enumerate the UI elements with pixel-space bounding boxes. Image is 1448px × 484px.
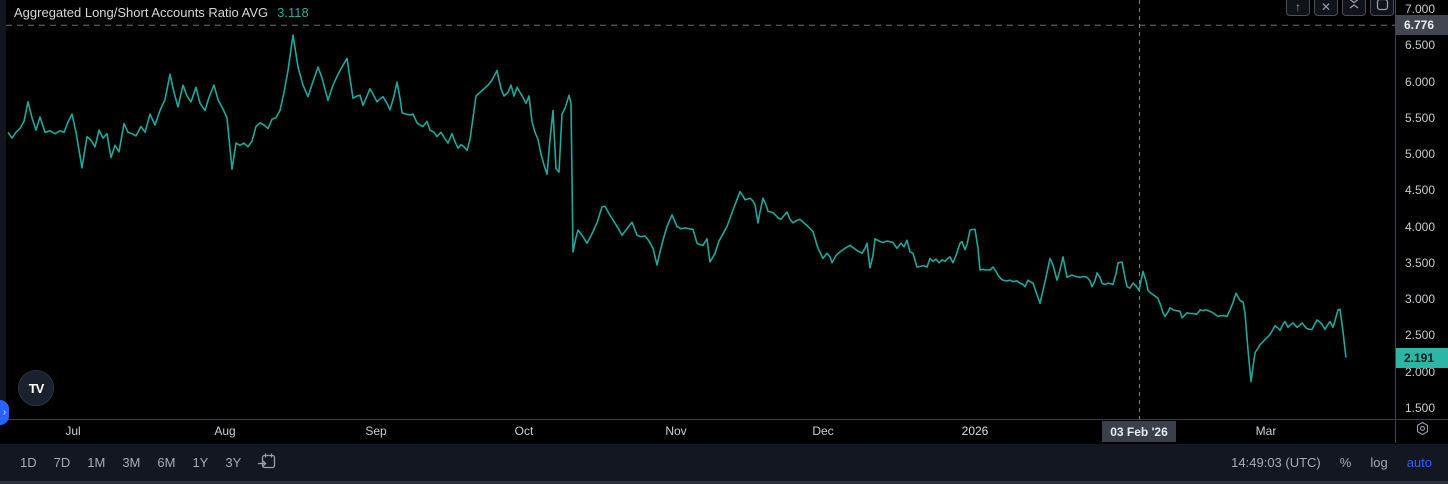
go-to-date-button[interactable]	[257, 452, 277, 474]
range-button-1y[interactable]: 1Y	[192, 455, 208, 470]
log-scale-button[interactable]: log	[1370, 455, 1387, 470]
y-axis-tick: 2.500	[1405, 327, 1435, 343]
clock-utc[interactable]: 14:49:03 (UTC)	[1231, 455, 1321, 470]
legend[interactable]: Aggregated Long/Short Accounts Ratio AVG…	[14, 5, 309, 20]
axis-settings-gear-icon	[1414, 420, 1431, 442]
range-button-7d[interactable]: 7D	[54, 455, 71, 470]
x-axis-label: Dec	[812, 424, 833, 438]
percent-scale-button[interactable]: %	[1340, 455, 1352, 470]
collapse-pane-button[interactable]	[1342, 0, 1366, 16]
tradingview-logo[interactable]: TV	[18, 370, 54, 406]
time-axis[interactable]: Jul Aug Sep Oct Nov Dec 2026 Mar 03 Feb '26	[0, 419, 1448, 444]
y-axis-tick: 5.000	[1405, 146, 1435, 162]
left-edge-strip	[0, 0, 6, 443]
y-axis-tick: 6.000	[1405, 74, 1435, 90]
y-axis-tick: 5.500	[1405, 110, 1435, 126]
date-range-buttons: 1D 7D 1M 3M 6M 1Y 3Y	[0, 455, 241, 470]
auto-scale-button[interactable]: auto	[1407, 455, 1432, 470]
maximize-pane-button[interactable]	[1370, 0, 1394, 16]
range-button-3y[interactable]: 3Y	[225, 455, 241, 470]
price-axis-border	[1395, 0, 1396, 443]
close-pane-button[interactable]: ✕	[1314, 0, 1338, 16]
footer-right-controls: 14:49:03 (UTC) % log auto	[1231, 455, 1448, 470]
x-axis-label: Jul	[65, 424, 80, 438]
range-button-3m[interactable]: 3M	[122, 455, 140, 470]
series-title: Aggregated Long/Short Accounts Ratio AVG	[14, 5, 268, 20]
y-axis-tick: 3.000	[1405, 291, 1435, 307]
axis-settings-button[interactable]	[1396, 419, 1448, 443]
crosshair-date-label: 03 Feb '26	[1102, 421, 1176, 442]
series-value: 3.118	[277, 5, 309, 20]
collapse-chevrons-icon	[1347, 0, 1361, 14]
y-axis-tick: 4.000	[1405, 219, 1435, 235]
x-axis-label: Oct	[515, 424, 534, 438]
x-axis-label: Nov	[665, 424, 686, 438]
range-button-1d[interactable]: 1D	[20, 455, 37, 470]
bottom-toolbar: 1D 7D 1M 3M 6M 1Y 3Y 14:49:03 (UTC) % lo…	[0, 443, 1448, 484]
y-axis-tick: 1.500	[1405, 400, 1435, 416]
x-axis-label: Aug	[214, 424, 235, 438]
chart-canvas[interactable]	[0, 0, 1396, 419]
tv-logo-icon: TV	[29, 381, 44, 396]
arrow-up-icon: ↑	[1295, 0, 1301, 14]
close-icon: ✕	[1321, 0, 1331, 14]
x-axis-label: 2026	[962, 424, 989, 438]
range-button-1m[interactable]: 1M	[87, 455, 105, 470]
y-axis-tick: 3.500	[1405, 255, 1435, 271]
y-axis-tick: 4.500	[1405, 182, 1435, 198]
range-button-6m[interactable]: 6M	[157, 455, 175, 470]
price-line-label: 6.776	[1396, 15, 1448, 35]
tradingview-chart-window: Aggregated Long/Short Accounts Ratio AVG…	[0, 0, 1448, 484]
chevron-right-icon: ›	[3, 407, 6, 418]
move-pane-up-button[interactable]: ↑	[1286, 0, 1310, 16]
chart-pane[interactable]: Aggregated Long/Short Accounts Ratio AVG…	[0, 0, 1396, 419]
x-axis-label: Sep	[365, 424, 386, 438]
last-value-label: 2.191	[1396, 348, 1448, 368]
y-axis-tick: 6.500	[1405, 37, 1435, 53]
pane-controls: ↑ ✕	[1286, 0, 1394, 16]
go-to-date-calendar-icon	[257, 452, 277, 474]
x-axis-label: Mar	[1256, 424, 1277, 438]
maximize-square-icon	[1376, 0, 1389, 14]
ratio-line-series	[8, 35, 1346, 382]
